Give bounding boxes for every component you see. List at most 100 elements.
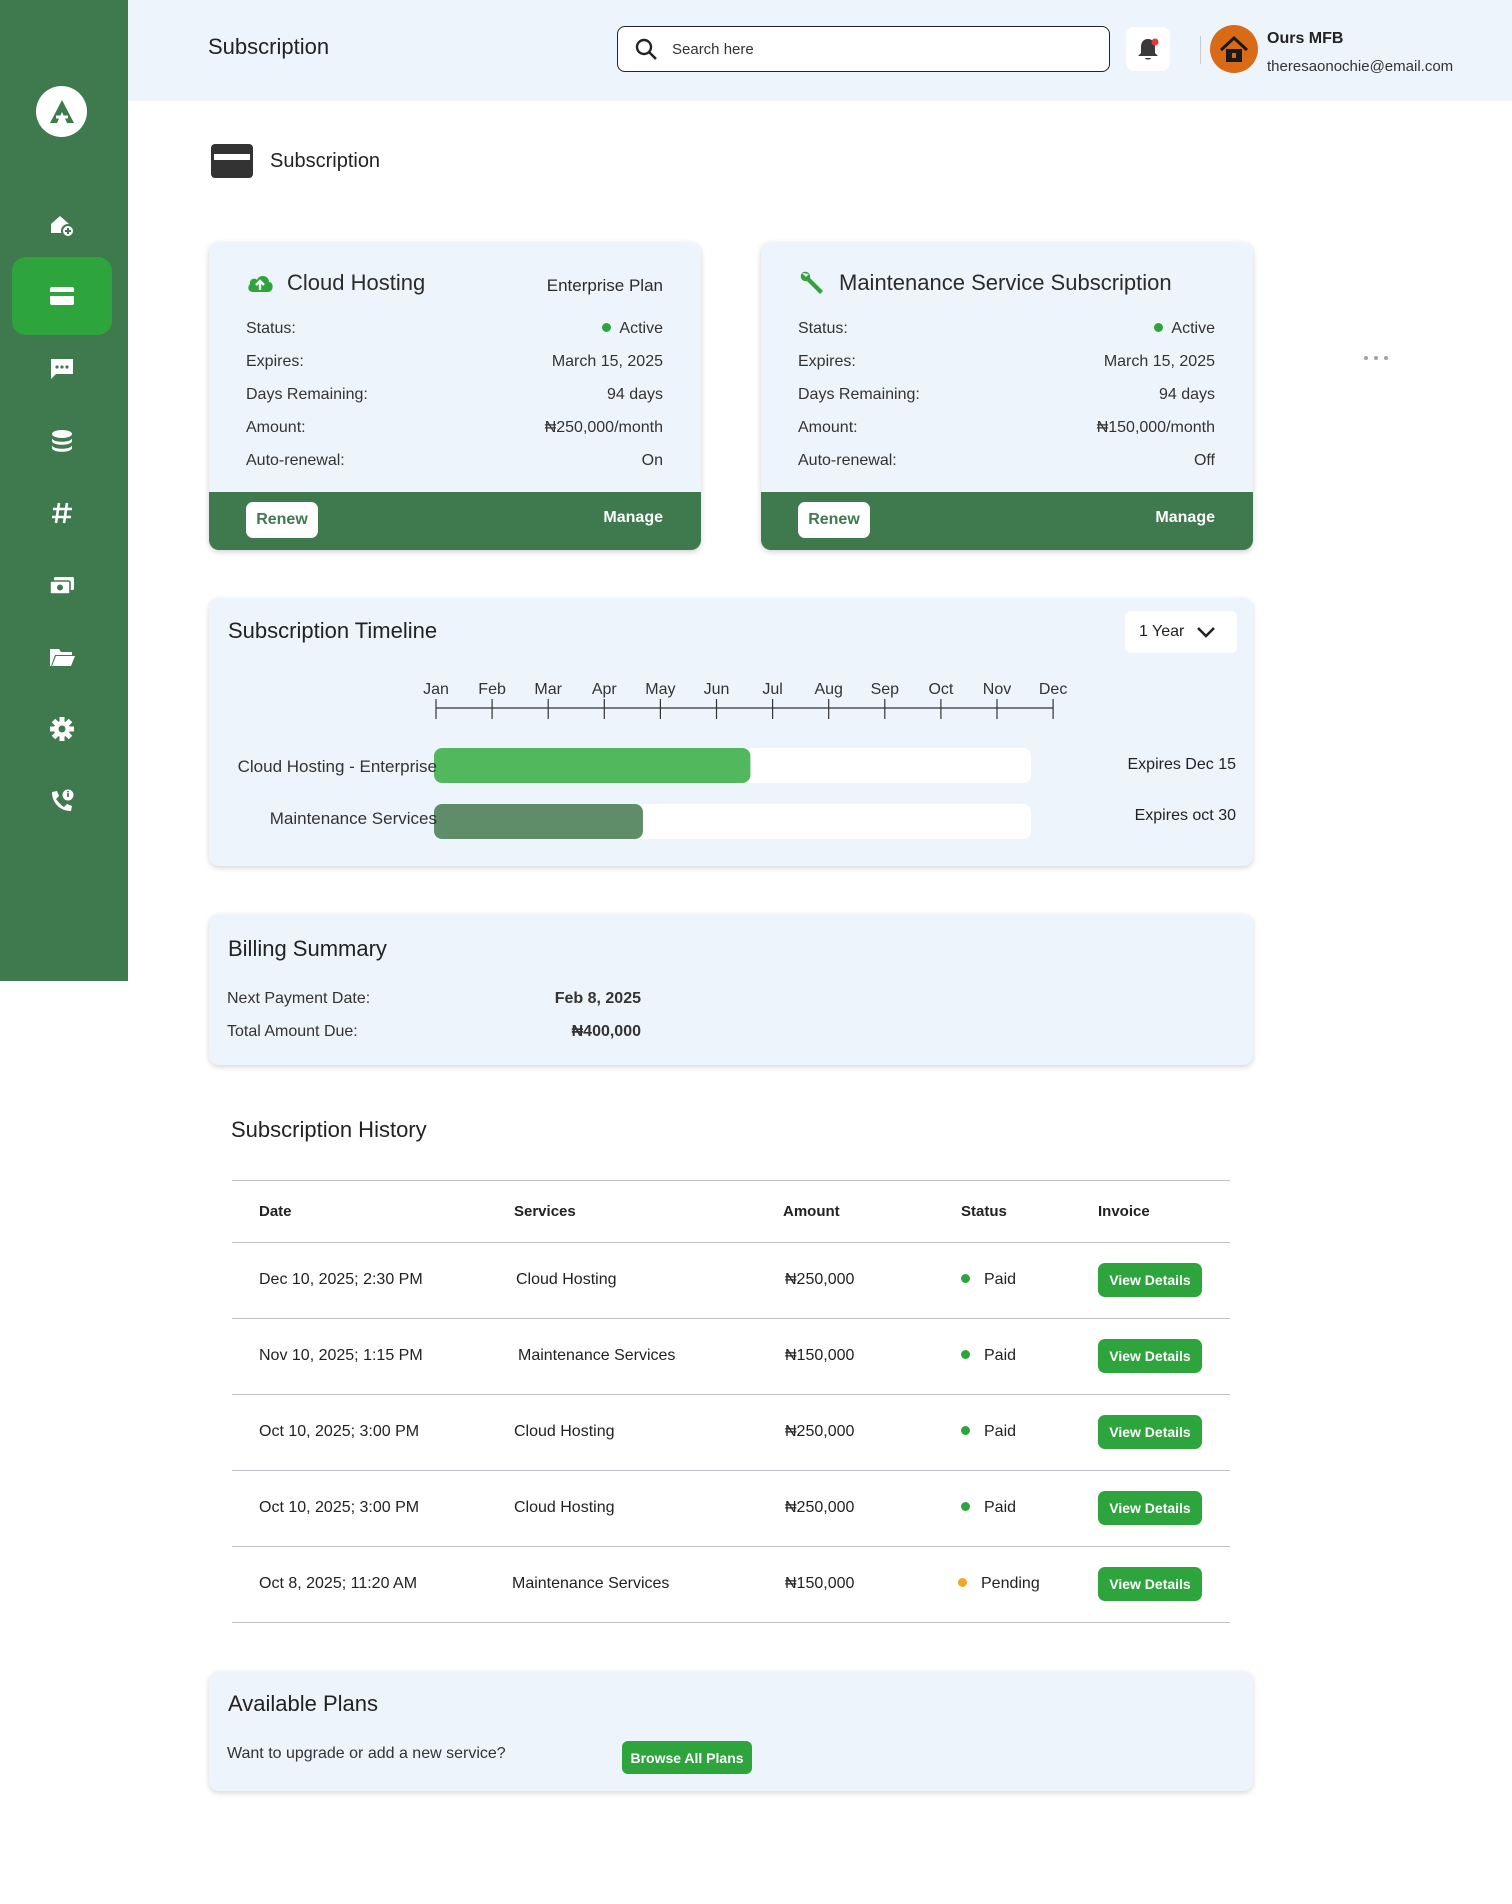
cell-date: Dec 10, 2025; 2:30 PM [259, 1271, 423, 1288]
column-header: Date [259, 1203, 292, 1220]
card-header: Cloud Hosting [245, 268, 425, 298]
subscription-timeline-panel: Subscription Timeline 1 Year Jan Feb Mar Ap… [209, 598, 1253, 866]
plan-name: Enterprise Plan [546, 276, 663, 295]
plans-text: Want to upgrade or add a new service? [227, 1745, 506, 1762]
renew-button[interactable]: Renew [798, 502, 870, 538]
renew-button[interactable]: Renew [246, 502, 318, 538]
next-payment-label: Next Payment Date: [227, 990, 371, 1007]
credit-card-icon [50, 287, 74, 305]
manage-button[interactable]: Manage [1155, 509, 1215, 527]
timeline-month-label: Oct [928, 681, 953, 698]
app-logo[interactable] [36, 86, 87, 137]
timeline-month-label: May [645, 681, 675, 698]
history-title: Subscription History [231, 1117, 427, 1142]
status-dot [602, 323, 612, 333]
sidebar-item-database[interactable] [12, 402, 112, 480]
card-footer: Renew Manage [209, 492, 701, 550]
view-details-button[interactable]: View Details [1098, 1415, 1202, 1449]
more-options-icon[interactable] [1364, 356, 1388, 360]
detail-label: Amount: [246, 419, 306, 436]
cell-date: Oct 8, 2025; 11:20 AM [259, 1575, 418, 1592]
cell-amount: ₦150,000 [785, 1347, 855, 1364]
hashtag-icon [52, 502, 72, 524]
detail-value: 94 days [1158, 386, 1215, 403]
cell-service: Cloud Hosting [514, 1423, 615, 1440]
credit-card-icon [211, 144, 253, 178]
status-value: Active [602, 320, 663, 353]
search-input[interactable] [672, 40, 1092, 58]
detail-row-days-remaining: Days Remaining: 94 days [246, 386, 663, 419]
column-header: Status [961, 1203, 1007, 1220]
notifications-button[interactable] [1126, 27, 1170, 71]
sidebar-item-messages[interactable] [12, 330, 112, 408]
timeline-month-label: Jul [762, 681, 782, 698]
cell-amount: ₦250,000 [785, 1423, 855, 1440]
column-header: Invoice [1098, 1203, 1150, 1220]
cell-date: Oct 10, 2025; 3:00 PM [259, 1499, 420, 1516]
status-dot [961, 1274, 970, 1284]
avatar[interactable] [1210, 25, 1258, 73]
status-text: Active [1171, 320, 1215, 337]
detail-value: On [641, 452, 663, 469]
table-row: Dec 10, 2025; 2:30 PM Cloud Hosting ₦250… [232, 1243, 1230, 1319]
view-details-button[interactable]: View Details [1098, 1491, 1202, 1525]
cell-status: Paid [961, 1347, 1016, 1365]
available-plans-panel: Available Plans Want to upgrade or add a… [209, 1671, 1253, 1791]
cell-amount: ₦150,000 [785, 1575, 855, 1592]
sidebar-item-settings[interactable] [12, 690, 112, 768]
sidebar-item-home[interactable] [12, 186, 112, 264]
timeline-month-label: Sep [871, 681, 900, 698]
history-table: Date Services Amount Status Invoice Dec … [232, 1180, 1230, 1623]
cell-date: Oct 10, 2025; 3:00 PM [259, 1423, 420, 1440]
detail-row-days-remaining: Days Remaining: 94 days [798, 386, 1215, 419]
header-title: Subscription [208, 34, 330, 59]
cloud-upload-icon [248, 276, 273, 292]
card-title: Maintenance Service Subscription [839, 270, 1172, 295]
timeline-bar-label: Cloud Hosting - Enterprise [237, 757, 437, 776]
status-dot [961, 1426, 970, 1436]
timeline-month-label: Jan [423, 681, 449, 698]
page-heading: Subscription [210, 143, 380, 179]
timeline-month-label: Nov [983, 681, 1011, 698]
manage-button[interactable]: Manage [603, 509, 663, 527]
timeline-month-label: Mar [534, 681, 562, 698]
detail-value: ₦250,000/month [544, 419, 663, 436]
detail-label: Days Remaining: [798, 386, 920, 403]
cell-status: Paid [961, 1271, 1016, 1289]
detail-value: Off [1193, 452, 1215, 469]
card-details: Status: Active Expires: March 15, 2025 D… [246, 320, 663, 485]
total-due-value: ₦400,000 [571, 1023, 641, 1040]
view-details-button[interactable]: View Details [1098, 1339, 1202, 1373]
user-email: theresaonochie@email.com [1267, 58, 1454, 75]
sidebar-item-payments[interactable] [12, 546, 112, 624]
cell-service: Maintenance Services [518, 1347, 676, 1364]
search-bar[interactable] [617, 26, 1110, 72]
sidebar-item-tags[interactable] [12, 474, 112, 552]
status-value: Active [1154, 320, 1215, 353]
phone-info-icon [52, 789, 74, 811]
detail-value: 94 days [606, 386, 663, 403]
view-details-button[interactable]: View Details [1098, 1567, 1202, 1601]
table-row: Oct 10, 2025; 3:00 PM Cloud Hosting ₦250… [232, 1395, 1230, 1471]
logo-icon [49, 99, 74, 123]
header-divider [1200, 36, 1201, 64]
sidebar-item-subscription[interactable] [12, 257, 112, 335]
subscription-card-cloud-hosting: Cloud Hosting Enterprise Plan Status: Ac… [209, 242, 701, 550]
cell-amount: ₦250,000 [785, 1271, 855, 1288]
table-row: Oct 10, 2025; 3:00 PM Cloud Hosting ₦250… [232, 1471, 1230, 1547]
browse-all-plans-button[interactable]: Browse All Plans [622, 1741, 752, 1774]
view-details-button[interactable]: View Details [1098, 1263, 1202, 1297]
timeline-month-label: Aug [814, 681, 842, 698]
detail-label: Auto-renewal: [246, 452, 345, 469]
detail-label: Days Remaining: [246, 386, 368, 403]
cell-service: Maintenance Services [512, 1575, 670, 1592]
sidebar-item-support[interactable] [12, 762, 112, 840]
detail-row-auto-renewal: Auto-renewal: On [246, 452, 663, 485]
timeline-bar-label: Maintenance Services [269, 809, 437, 828]
sidebar-item-files[interactable] [12, 618, 112, 696]
detail-label: Expires: [246, 353, 304, 370]
user-name: Ours MFB [1267, 30, 1344, 47]
status-dot [1154, 323, 1164, 333]
timeline-month-label: Feb [478, 681, 506, 698]
detail-value: ₦150,000/month [1096, 419, 1215, 436]
